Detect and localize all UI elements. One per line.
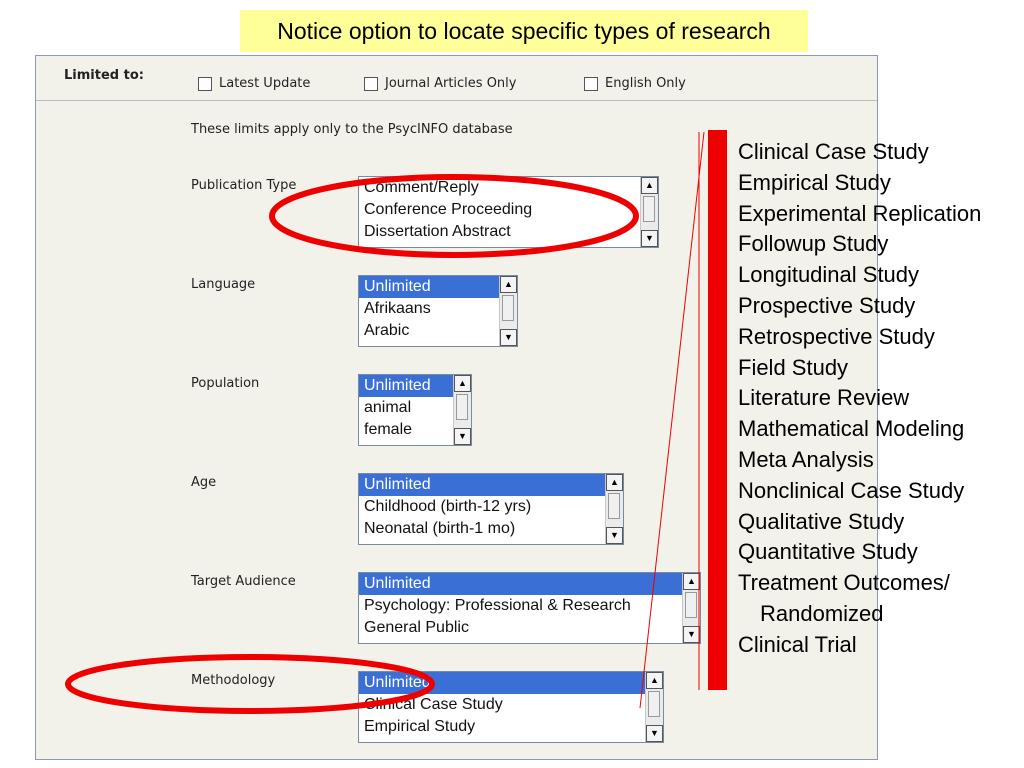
methodology-highlight-ellipse (65, 654, 435, 714)
publication-type-highlight-ellipse (269, 174, 639, 258)
callout-line (639, 131, 705, 709)
annotation-overlay (65, 131, 705, 714)
